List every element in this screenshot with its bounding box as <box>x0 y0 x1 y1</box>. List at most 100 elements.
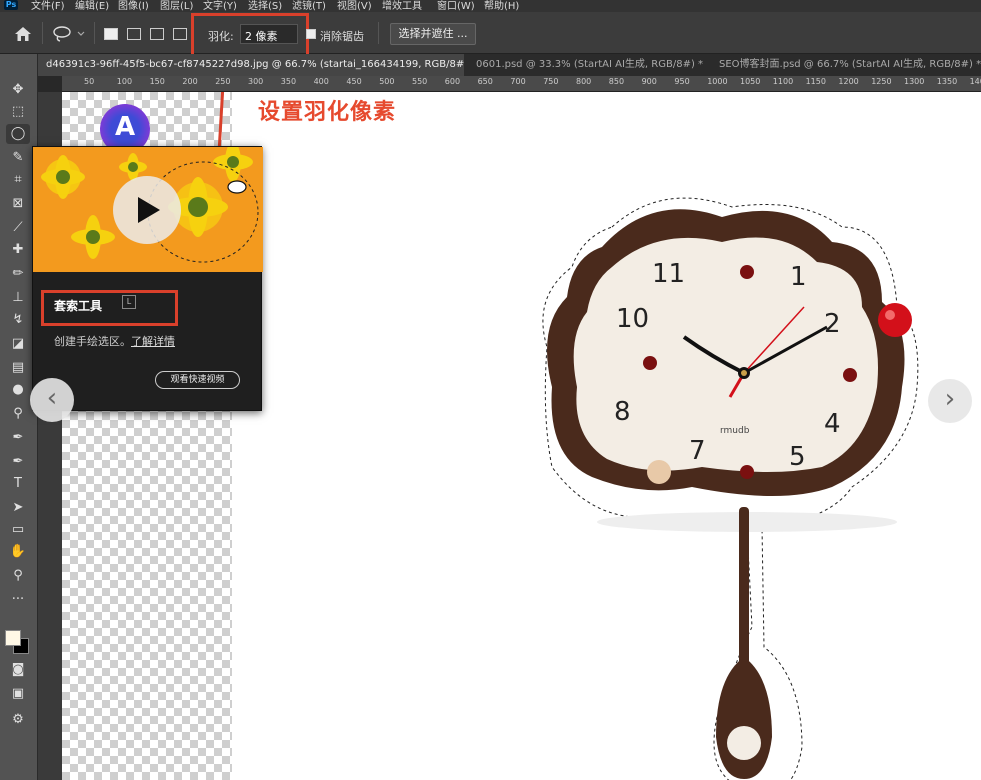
ruler-tick-label: 1000 <box>707 77 728 86</box>
menu-type[interactable]: 文字(Y) <box>203 0 237 12</box>
screen-mode-icon[interactable]: ▣ <box>6 684 30 704</box>
ruler-tick-label: 850 <box>608 77 625 86</box>
ruler-tick-label: 650 <box>477 77 493 86</box>
eraser-tool-icon[interactable]: ◪ <box>6 334 30 354</box>
ruler-tick-label: 1250 <box>871 77 892 86</box>
ruler-tick-label: 450 <box>346 77 362 86</box>
tab-document-1[interactable]: d46391c3-96ff-45f5-bc67-cf8745227d98.jpg… <box>38 54 464 76</box>
horizontal-ruler: 50 100 150 200 250 300 350 400 450 500 550 600 650 70… <box>62 76 981 92</box>
description-text: 创建手绘选区。 <box>54 335 131 348</box>
menu-plugins[interactable]: 增效工具 <box>382 0 422 12</box>
ruler-tick-label: 250 <box>215 77 231 86</box>
hand-tool-icon[interactable]: ✋ <box>6 542 30 562</box>
separator <box>378 22 379 44</box>
clock-number: 7 <box>689 436 706 466</box>
history-brush-tool-icon[interactable]: ↯ <box>6 310 30 330</box>
quick-selection-tool-icon[interactable]: ✎ <box>6 148 30 168</box>
clock-number: 10 <box>616 304 649 334</box>
blur-tool-icon[interactable]: ● <box>6 380 30 400</box>
pen-tool-icon[interactable]: ✒ <box>6 428 30 448</box>
previous-arrow-icon[interactable]: ‹ <box>30 378 74 422</box>
intersect-selection-icon[interactable] <box>173 28 187 40</box>
title-highlight-box <box>41 290 178 326</box>
clock-number: 11 <box>652 259 685 289</box>
marquee-tool-icon[interactable]: ⬚ <box>6 102 30 122</box>
next-arrow-icon[interactable]: › <box>928 379 972 423</box>
crop-tool-icon[interactable]: ⌗ <box>6 170 30 190</box>
ruler-tick-label: 100 <box>116 77 133 86</box>
select-and-mask-button[interactable]: 选择并遮住 ... <box>390 23 476 45</box>
clock-number: 5 <box>789 442 806 472</box>
new-selection-icon[interactable] <box>104 28 118 40</box>
separator <box>94 22 95 44</box>
ruler-tick-label: 400 <box>313 77 329 86</box>
antialias-label: 消除锯齿 <box>320 30 364 43</box>
tab-label: d46391c3-96ff-45f5-bc67-cf8745227d98.jpg… <box>46 59 464 70</box>
menu-select[interactable]: 选择(S) <box>248 0 282 12</box>
watch-video-button[interactable]: 观看快速视频 <box>155 371 240 389</box>
tab-document-2[interactable]: 0601.psd @ 33.3% (StartAI AI生成, RGB/8#) … <box>468 54 708 76</box>
add-to-selection-icon[interactable] <box>127 28 141 40</box>
healing-brush-tool-icon[interactable]: ✚ <box>6 240 30 260</box>
menu-image[interactable]: 图像(I) <box>118 0 149 12</box>
learn-more-link[interactable]: 了解详情 <box>131 335 175 348</box>
clock-number: 4 <box>824 409 841 439</box>
ruler-tick-label: 900 <box>641 77 657 86</box>
options-bar: 羽化: 2 像素 消除锯齿 选择并遮住 ... <box>0 12 981 57</box>
ruler-tick-label: 600 <box>444 77 461 86</box>
document-tabs: d46391c3-96ff-45f5-bc67-cf8745227d98.jpg… <box>38 54 981 76</box>
ruler-tick-label: 1200 <box>838 77 859 86</box>
dodge-tool-icon[interactable]: ⚲ <box>6 404 30 424</box>
rectangle-tool-icon[interactable]: ▭ <box>6 520 30 540</box>
ruler-tick-label: 200 <box>182 77 198 86</box>
foreground-color-swatch[interactable] <box>5 630 21 646</box>
type-tool-icon[interactable]: T <box>6 474 30 494</box>
tab-label: SEO博客封面.psd @ 66.7% (StartAI AI生成, RGB/8… <box>719 59 981 70</box>
zoom-tool-icon[interactable]: ⚲ <box>6 566 30 586</box>
clone-stamp-tool-icon[interactable]: ⊥ <box>6 288 30 308</box>
ruler-tick-label: 800 <box>576 77 592 86</box>
quick-mask-icon[interactable]: ◙ <box>6 660 30 680</box>
tutorial-video-thumbnail[interactable] <box>33 147 263 272</box>
menu-filter[interactable]: 滤镜(T) <box>292 0 326 12</box>
menu-window[interactable]: 窗口(W) <box>437 0 475 12</box>
ruler-tick-label: 300 <box>248 77 264 86</box>
clock-brand: rmudb <box>720 426 750 436</box>
menu-help[interactable]: 帮助(H) <box>484 0 519 12</box>
path-selection-tool-icon[interactable]: ➤ <box>6 498 30 518</box>
ruler-tick-label: 700 <box>510 77 526 86</box>
ruler-tick-label: 750 <box>543 77 559 86</box>
ruler-tick-label: 1400 <box>969 77 981 86</box>
menu-layer[interactable]: 图层(L) <box>160 0 193 12</box>
clock-number: 1 <box>790 262 807 292</box>
menu-view[interactable]: 视图(V) <box>337 0 372 12</box>
share-icon[interactable]: ⚙ <box>6 710 30 730</box>
menu-bar: Ps 文件(F) 编辑(E) 图像(I) 图层(L) 文字(Y) 选择(S) 滤… <box>0 0 981 12</box>
pen-tool-icon[interactable]: ✒ <box>6 452 30 472</box>
ruler-tick-label: 350 <box>280 77 297 86</box>
subtract-from-selection-icon[interactable] <box>150 28 164 40</box>
brush-tool-icon[interactable]: ✏ <box>6 264 30 284</box>
clock-number: 2 <box>824 309 841 339</box>
feather-highlight-box <box>191 13 309 57</box>
more-tools-icon[interactable]: ··· <box>6 590 30 610</box>
ruler-tick-label: 1300 <box>904 77 925 86</box>
eyedropper-tool-icon[interactable]: ⟋ <box>6 218 30 238</box>
antialias-checkbox[interactable] <box>306 29 316 39</box>
lasso-tool-tooltip: 套索工具 L 创建手绘选区。了解详情 观看快速视频 <box>32 146 263 411</box>
move-tool-icon[interactable]: ✥ <box>6 80 30 100</box>
gradient-tool-icon[interactable]: ▤ <box>6 358 30 378</box>
tab-document-3[interactable]: SEO博客封面.psd @ 66.7% (StartAI AI生成, RGB/8… <box>711 54 981 76</box>
ruler-tick-label: 500 <box>379 77 395 86</box>
ruler-tick-label: 950 <box>674 77 690 86</box>
ruler-tick-label: 150 <box>149 77 165 86</box>
menu-edit[interactable]: 编辑(E) <box>75 0 109 12</box>
lasso-tool-icon[interactable]: ◯ <box>6 124 30 144</box>
tool-description: 创建手绘选区。了解详情 <box>54 333 175 349</box>
home-icon[interactable] <box>14 26 32 42</box>
photoshop-logo-icon: Ps <box>4 0 18 10</box>
frame-tool-icon[interactable]: ⊠ <box>6 194 30 214</box>
lasso-preset-icon[interactable] <box>52 26 88 42</box>
sunflower-thumbnail-image <box>33 147 263 272</box>
menu-file[interactable]: 文件(F) <box>31 0 65 12</box>
